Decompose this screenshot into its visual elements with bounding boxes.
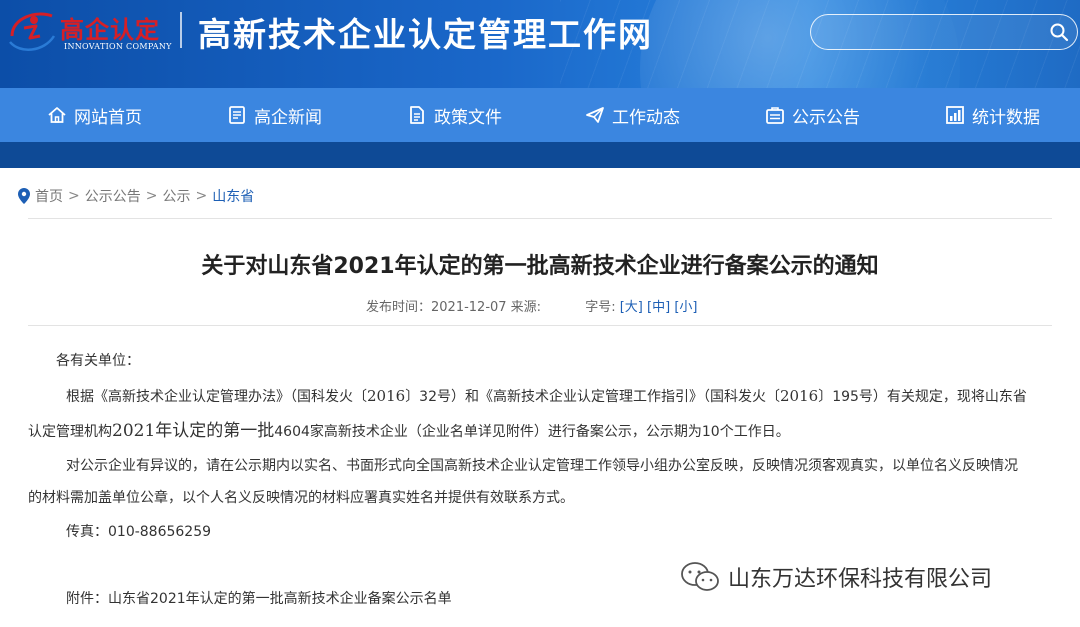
fax-number: 传真：010-88656259 bbox=[66, 524, 212, 540]
logo-mark-icon bbox=[9, 12, 56, 51]
text-segment: 认定管理机构 bbox=[28, 424, 112, 440]
breadcrumb-announcements[interactable]: 公示公告 bbox=[85, 186, 141, 206]
text-segment: 2016 bbox=[780, 387, 819, 405]
site-header: 高企认定 INNOVATION COMPANY 高新技术企业认定管理工作网 bbox=[0, 0, 1080, 88]
text-segment: 4604家高新技术企业（企业名单详见附件）进行备案公示，公示期为10个工作日。 bbox=[274, 424, 790, 440]
nav-item-home[interactable]: 网站首页 bbox=[46, 88, 142, 142]
nav-item-policy[interactable]: 政策文件 bbox=[406, 88, 502, 142]
nav-item-label: 工作动态 bbox=[612, 107, 680, 128]
breadcrumb-separator: > bbox=[68, 188, 80, 204]
home-icon bbox=[48, 107, 66, 123]
search-box[interactable] bbox=[810, 14, 1078, 50]
text-segment: 2016 bbox=[367, 387, 406, 405]
search-icon[interactable] bbox=[1049, 22, 1069, 42]
font-size-medium-button[interactable]: [中] bbox=[647, 300, 670, 315]
divider bbox=[28, 218, 1052, 219]
article-title: 关于对山东省2021年认定的第一批高新技术企业进行备案公示的通知 bbox=[201, 254, 879, 279]
paragraph-1-line-2: 认定管理机构2021年认定的第一批4604家高新技术企业（企业名单详见附件）进行… bbox=[28, 420, 790, 443]
text-segment: 2021年认定的第一批 bbox=[112, 421, 275, 441]
paper-plane-icon bbox=[586, 107, 604, 123]
paragraph-1-line-1: 根据《高新技术企业认定管理办法》（国科发火〔2016〕32号）和《高新技术企业认… bbox=[66, 385, 1027, 408]
font-size-small-button[interactable]: [小] bbox=[674, 300, 697, 315]
main-nav: 网站首页 高企新闻 政策文件 工作动态 公示公告 统计数据 bbox=[0, 88, 1080, 142]
nav-item-label: 政策文件 bbox=[434, 107, 502, 128]
nav-item-announcement[interactable]: 公示公告 bbox=[764, 88, 860, 142]
text-segment: 〕32号）和《高新技术企业认定管理工作指引》（国科发火〔 bbox=[405, 389, 781, 405]
chart-icon bbox=[946, 106, 964, 124]
text-segment: 〕195号）有关规定，现将山东省 bbox=[818, 389, 1027, 405]
logo-text-en: INNOVATION COMPANY bbox=[64, 42, 172, 51]
salutation: 各有关单位： bbox=[56, 353, 140, 369]
publish-info: 发布时间：2021-12-07 来源: bbox=[366, 300, 542, 315]
article-meta: 发布时间：2021-12-07 来源: 字号: [大] [中] [小] bbox=[366, 296, 697, 315]
nav-item-label: 公示公告 bbox=[792, 107, 860, 128]
wechat-icon bbox=[681, 562, 719, 591]
nav-shadow-band bbox=[0, 142, 1080, 168]
font-size-large-button[interactable]: [大] bbox=[620, 300, 643, 315]
font-size-label: 字号: bbox=[585, 300, 616, 315]
breadcrumb: 首页 > 公示公告 > 公示 > 山东省 bbox=[18, 186, 254, 206]
breadcrumb-home[interactable]: 首页 bbox=[35, 186, 63, 206]
text-segment: 根据《高新技术企业认定管理办法》（国科发火〔 bbox=[66, 389, 367, 405]
breadcrumb-separator: > bbox=[145, 188, 158, 204]
nav-item-work[interactable]: 工作动态 bbox=[584, 88, 680, 142]
site-title: 高新技术企业认定管理工作网 bbox=[198, 15, 653, 54]
logo-text-cn: 高企认定 bbox=[60, 15, 160, 44]
wechat-watermark: 山东万达环保科技有限公司 bbox=[680, 560, 992, 594]
search-input[interactable] bbox=[825, 21, 1045, 43]
breadcrumb-public-notice[interactable]: 公示 bbox=[162, 186, 190, 206]
paragraph-2-line-1: 对公示企业有异议的，请在公示期内以实名、书面形式向全国高新技术企业认定管理工作领… bbox=[66, 458, 1018, 474]
nav-item-news[interactable]: 高企新闻 bbox=[226, 88, 322, 142]
site-logo[interactable]: 高企认定 INNOVATION COMPANY bbox=[6, 4, 176, 58]
header-divider bbox=[180, 12, 182, 48]
news-icon bbox=[229, 106, 245, 124]
location-pin-icon bbox=[18, 188, 30, 204]
divider bbox=[28, 325, 1052, 326]
announcement-icon bbox=[766, 107, 784, 124]
nav-item-label: 高企新闻 bbox=[254, 107, 322, 128]
nav-item-statistics[interactable]: 统计数据 bbox=[944, 88, 1040, 142]
document-icon bbox=[410, 106, 424, 124]
attachment-link[interactable]: 附件：山东省2021年认定的第一批高新技术企业备案公示名单 bbox=[66, 588, 452, 610]
watermark-text: 山东万达环保科技有限公司 bbox=[728, 567, 993, 592]
paragraph-2-line-2: 的材料需加盖单位公章，以个人名义反映情况的材料应署真实姓名并提供有效联系方式。 bbox=[28, 490, 574, 506]
breadcrumb-separator: > bbox=[195, 188, 208, 204]
nav-item-label: 网站首页 bbox=[74, 107, 142, 128]
breadcrumb-current[interactable]: 山东省 bbox=[212, 186, 254, 206]
nav-item-label: 统计数据 bbox=[972, 107, 1040, 128]
main-content: 首页 > 公示公告 > 公示 > 山东省 关于对山东省2021年认定的第一批高新… bbox=[0, 168, 1080, 627]
